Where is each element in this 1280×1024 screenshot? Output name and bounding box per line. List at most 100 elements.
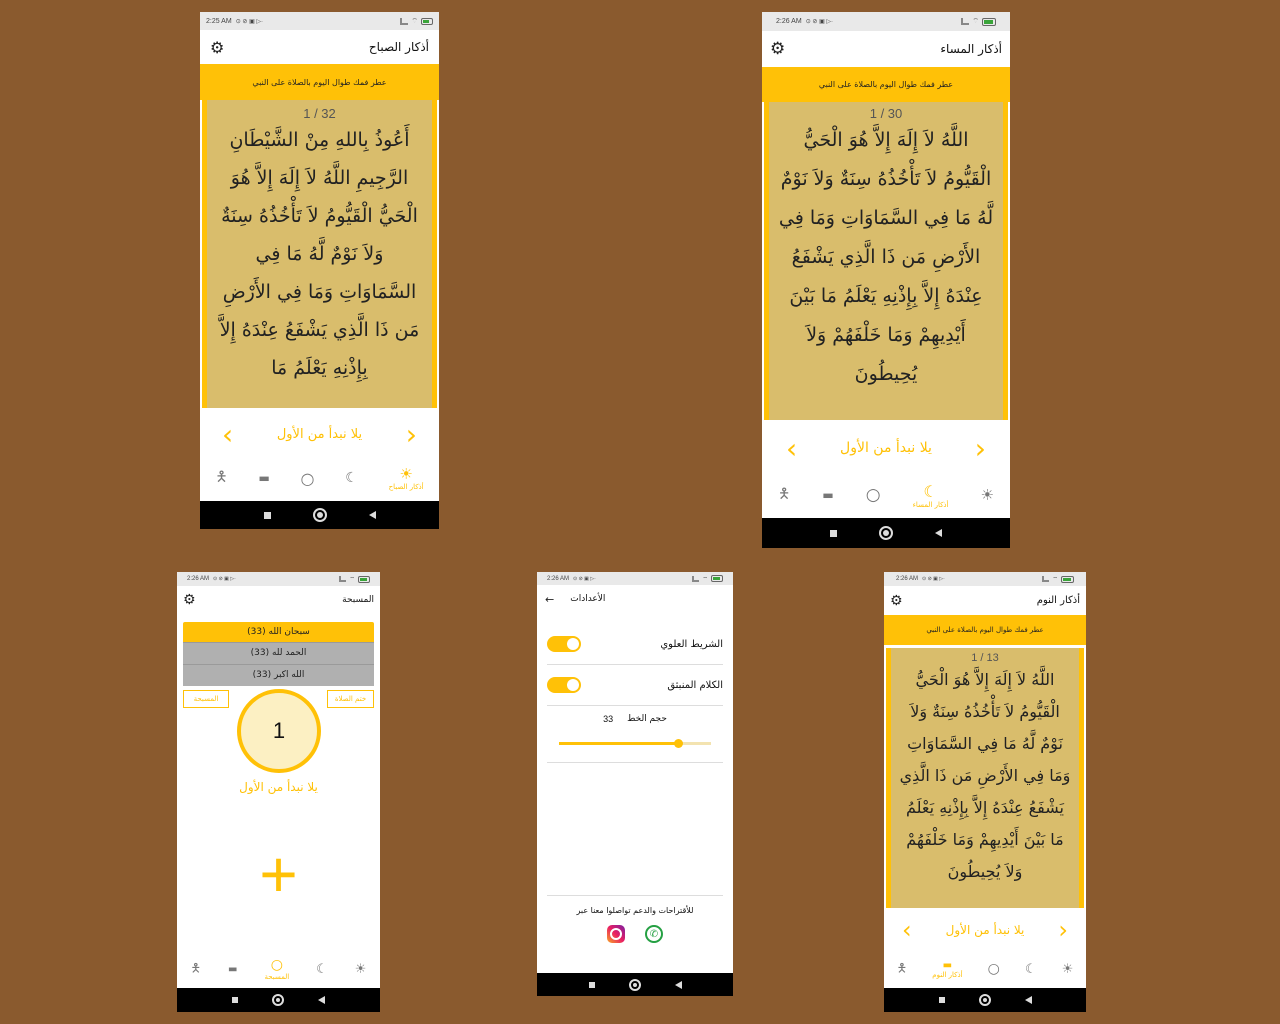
bottom-tab-bar: 🯅 ▬ أذكار النوم ○ ☾ ☀ — [884, 952, 1086, 986]
home-button[interactable] — [978, 994, 991, 1006]
top-bar-setting: الشريط العلوي — [547, 624, 723, 665]
tab-evening[interactable]: ☾ — [1025, 962, 1037, 977]
chevron-left-icon[interactable]: ‹ — [902, 916, 912, 944]
sun-icon: ☀ — [354, 961, 367, 977]
app-bar: ⚙ أذكار النوم — [884, 586, 1086, 615]
phone-sleep-adhkar: 2:26 AM ⊙ ⊘ ▣ ▷· ⌔ ⚙ أذكار النوم عطر فمك … — [884, 572, 1086, 1012]
restart-button[interactable]: يلا نبدأ من الأول — [177, 780, 380, 794]
tab-prayer[interactable]: 🯅 — [897, 959, 908, 980]
tab-prayer[interactable]: 🯅 — [190, 959, 201, 980]
top-bar-toggle[interactable] — [547, 636, 581, 652]
tab-prayer[interactable]: 🯅 — [778, 483, 790, 507]
restart-button[interactable]: يلا نبدأ من الأول — [946, 923, 1025, 937]
tab-sleep[interactable]: ▬ أذكار النوم — [932, 960, 962, 979]
list-item[interactable]: سبحان الله (33) — [183, 622, 374, 643]
restart-button[interactable]: يلا نبدأ من الأول — [840, 440, 932, 456]
bottom-tab-bar: 🯅 ▬ ○ ☾ ☀ أذكار الصباح — [200, 458, 439, 498]
zikr-text: اللَّهُ لاَ إِلَهَ إِلاَّ هُوَ الْحَيُّ … — [778, 129, 994, 385]
back-button[interactable] — [368, 511, 376, 519]
back-button[interactable] — [318, 996, 325, 1004]
status-bar: 2:26 AM ⊙ ⊘ ▣ ▷· ⌔ — [537, 572, 733, 585]
gear-icon[interactable]: ⚙ — [183, 592, 196, 608]
chevron-left-icon[interactable]: ‹ — [786, 432, 797, 465]
zikr-navigation: ‹ يلا نبدأ من الأول › — [884, 914, 1086, 946]
page-title: أذكار المساء — [940, 42, 1002, 56]
bed-icon: ▬ — [228, 963, 238, 975]
list-item[interactable]: الله اكبر (33) — [183, 665, 374, 686]
tab-morning[interactable]: ☀ — [355, 962, 367, 977]
back-arrow-icon[interactable]: ← — [545, 593, 554, 606]
chevron-right-icon[interactable]: › — [975, 432, 986, 465]
gear-icon[interactable]: ⚙ — [890, 593, 903, 609]
contact-text: للأقتراحات والدعم تواصلوا معنا عبر — [576, 906, 694, 915]
back-button[interactable] — [1024, 996, 1032, 1004]
recents-button[interactable] — [938, 997, 945, 1003]
slider-thumb[interactable] — [673, 739, 683, 748]
tab-sleep[interactable]: ▬ — [228, 964, 237, 975]
chevron-right-icon[interactable]: › — [1058, 916, 1068, 944]
count-circle[interactable]: 1 — [237, 689, 321, 773]
moon-icon: ☾ — [923, 481, 938, 501]
instagram-icon[interactable] — [607, 925, 625, 943]
popup-label: الكلام المنبثق — [667, 679, 723, 691]
phone-morning-adhkar: 2:25 AM ⊙ ⊘ ▣ ▷· ⌔ ⚙ أذكار الصباح عطر فمك… — [200, 12, 439, 529]
status-bar: 2:25 AM ⊙ ⊘ ▣ ▷· ⌔ — [200, 12, 439, 30]
tab-tasbih[interactable]: ○ المسبحة — [264, 957, 289, 981]
restart-button[interactable]: يلا نبدأ من الأول — [277, 427, 362, 442]
page-title: المسبحة — [342, 595, 374, 605]
tab-evening[interactable]: ☾ — [345, 470, 358, 486]
home-button[interactable] — [879, 526, 893, 540]
recents-button[interactable] — [588, 981, 595, 988]
banner: عطر فمك طوال اليوم بالصلاة على النبي — [762, 67, 1010, 102]
tab-evening[interactable]: ☾ — [316, 962, 328, 977]
prayer-person-icon: 🯅 — [190, 960, 202, 975]
system-nav-bar — [177, 988, 380, 1012]
phone-tasbih: 2:26 AM ⊙ ⊘ ▣ ▷· ⌔ ⚙ المسبحة سبحان الله (… — [177, 572, 380, 1012]
chevron-right-icon[interactable]: › — [406, 418, 417, 451]
whatsapp-icon[interactable]: ✆ — [645, 925, 663, 943]
tasbih-mode-button[interactable]: المسبحة — [183, 690, 229, 708]
popup-toggle[interactable] — [547, 677, 581, 693]
chevron-left-icon[interactable]: ‹ — [222, 418, 233, 451]
plus-button[interactable]: + — [177, 834, 380, 914]
list-item[interactable]: الحمد لله (33) — [183, 643, 374, 665]
font-size-slider[interactable] — [559, 739, 711, 748]
tab-sleep[interactable]: ▬ — [258, 471, 269, 485]
recents-button[interactable] — [232, 997, 238, 1003]
tab-label: أذكار المساء — [912, 500, 949, 509]
home-button[interactable] — [272, 994, 284, 1006]
recents-button[interactable] — [263, 511, 271, 519]
tab-tasbih[interactable]: ○ — [988, 961, 1000, 977]
end-prayer-button[interactable]: ختم الصلاة — [327, 690, 374, 708]
gear-icon[interactable]: ⚙ — [210, 38, 224, 57]
tab-morning[interactable]: ☀ أذكار الصباح — [389, 465, 424, 491]
recents-button[interactable] — [830, 529, 837, 537]
gear-icon[interactable]: ⚙ — [770, 39, 785, 59]
status-time: 2:26 AM — [547, 575, 570, 582]
system-nav-bar — [200, 501, 439, 529]
font-size-label: حجم الخط — [627, 714, 667, 724]
prayer-person-icon: 🯅 — [215, 469, 228, 485]
tasbih-list: سبحان الله (33) الحمد لله (33) الله اكبر… — [183, 622, 374, 686]
app-bar: ⚙ أذكار المساء — [762, 31, 1010, 67]
tab-tasbih[interactable]: ○ — [301, 469, 315, 488]
tab-evening[interactable]: ☾ أذكار المساء — [913, 482, 949, 509]
page-title: الأعدادات — [570, 594, 606, 604]
sun-icon: ☀ — [980, 486, 994, 504]
circle-icon: ○ — [270, 957, 283, 973]
home-button[interactable] — [312, 508, 327, 522]
tab-morning[interactable]: ☀ — [981, 486, 994, 504]
zikr-card: 1 / 13 اللَّهُ لاَ إِلَهَ إِلاَّ هُوَ ال… — [886, 648, 1084, 908]
status-bar: 2:26 AM ⊙ ⊘ ▣ ▷· ⌔ — [762, 12, 1010, 31]
prayer-person-icon: 🯅 — [778, 486, 791, 502]
tab-tasbih[interactable]: ○ — [866, 485, 881, 505]
tab-prayer[interactable]: 🯅 — [215, 466, 227, 490]
zikr-counter: 1 / 32 — [303, 106, 336, 121]
back-button[interactable] — [935, 529, 942, 537]
back-button[interactable] — [674, 980, 682, 989]
home-button[interactable] — [628, 978, 641, 991]
circle-icon: ○ — [987, 961, 1000, 977]
tab-morning[interactable]: ☀ — [1062, 962, 1074, 977]
tab-sleep[interactable]: ▬ — [822, 488, 833, 502]
prayer-person-icon: 🯅 — [896, 960, 908, 975]
